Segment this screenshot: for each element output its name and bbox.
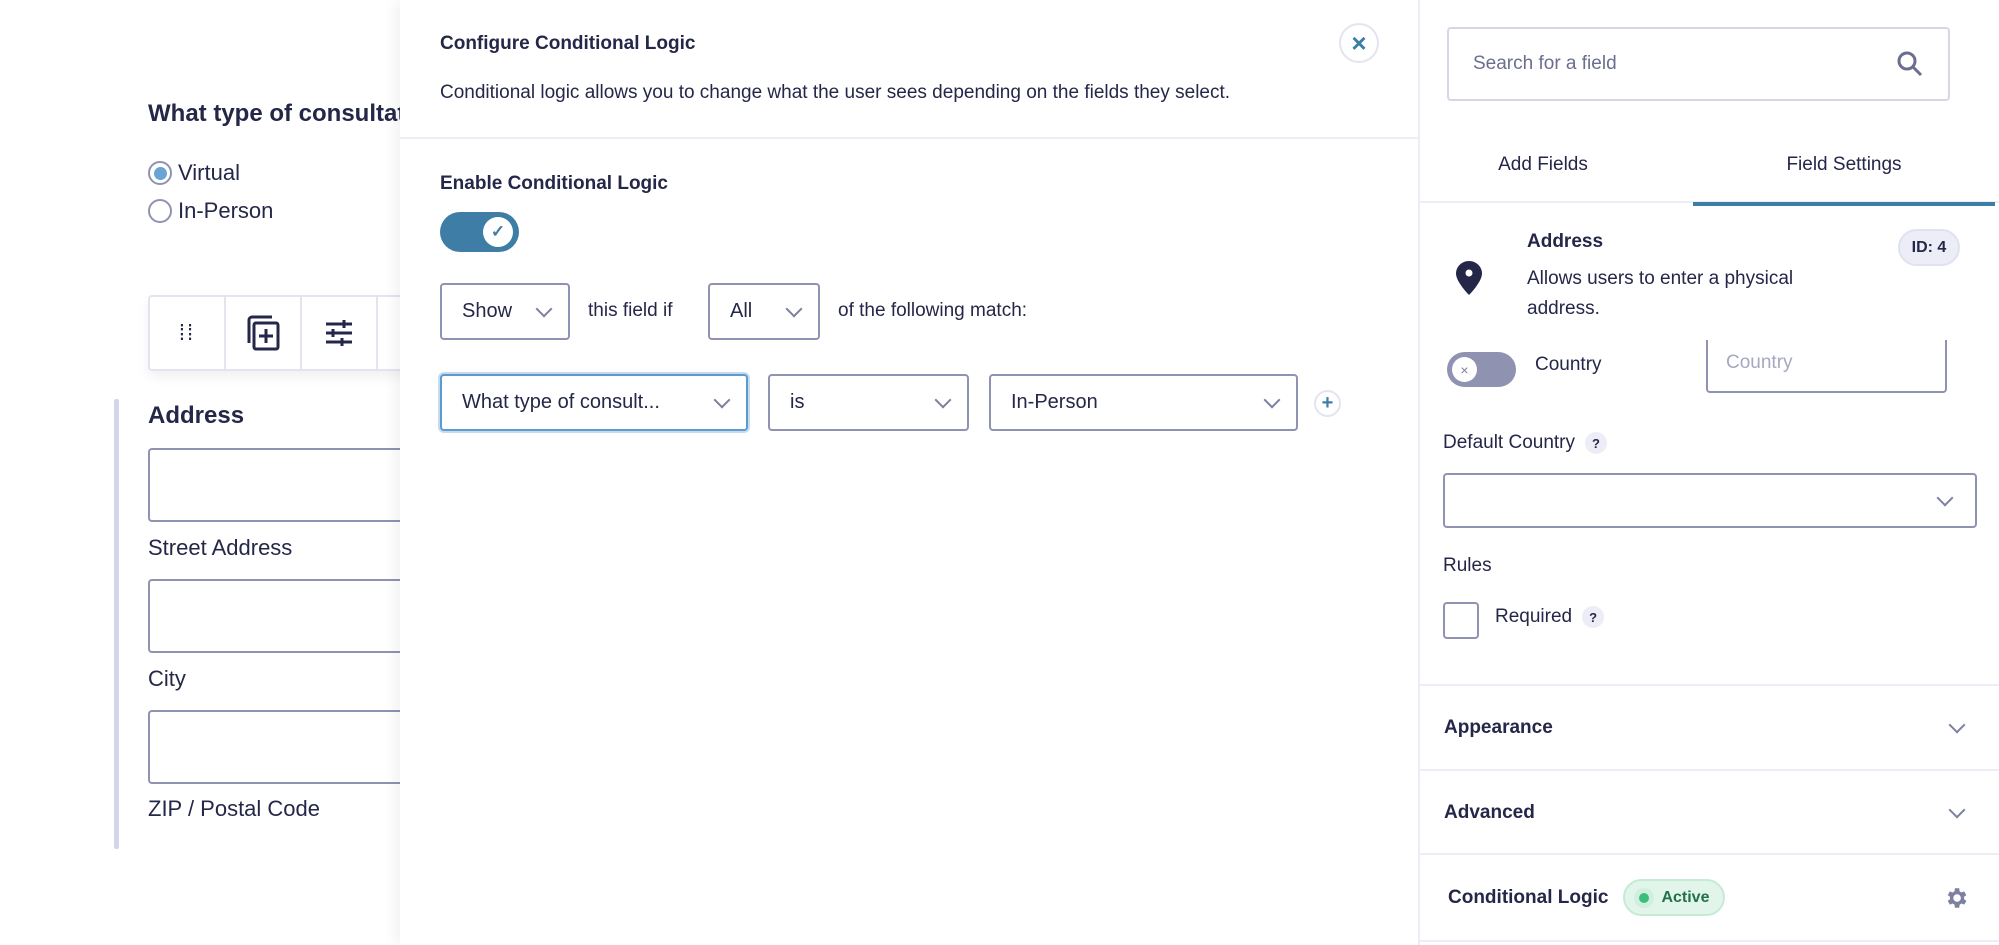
field-description-line2: address. (1527, 298, 1600, 319)
country-label-input[interactable]: Country (1706, 340, 1947, 393)
section-conditional-logic[interactable]: Conditional Logic Active (1420, 855, 1999, 940)
action-select[interactable]: Show (440, 283, 570, 340)
chevron-down-icon (1263, 391, 1281, 408)
rules-label: Rules (1443, 555, 1492, 576)
country-toggle-label: Country (1535, 354, 1602, 375)
field-toolbar: ⁞⁞ (148, 295, 400, 371)
match-value: All (730, 300, 753, 322)
default-country-select[interactable] (1443, 473, 1977, 528)
field-description-line1: Allows users to enter a physical (1527, 268, 1794, 289)
street-address-label: Street Address (148, 535, 293, 560)
chevron-down-icon (1936, 489, 1954, 506)
city-input[interactable] (148, 579, 400, 653)
chevron-down-icon (1948, 716, 1966, 733)
radio-label: In-Person (178, 198, 274, 223)
map-pin-icon (1456, 261, 1482, 295)
field-selected-indicator (114, 399, 119, 849)
rule-operator-select[interactable]: is (768, 374, 969, 431)
drag-handle-icon[interactable]: ⁞⁞ (150, 297, 226, 369)
default-country-label: Default Country? (1443, 432, 1608, 454)
zip-label: ZIP / Postal Code (148, 796, 321, 821)
field-title: Address (1527, 231, 1604, 252)
search-icon (1897, 51, 1923, 77)
required-label: Required? (1495, 606, 1605, 628)
chevron-down-icon (1948, 801, 1966, 818)
chevron-down-icon (785, 300, 803, 317)
modal-title: Configure Conditional Logic (440, 33, 696, 54)
modal-divider (400, 137, 1420, 139)
active-tab-indicator (1693, 202, 1995, 206)
duplicate-icon[interactable] (226, 297, 302, 369)
help-icon[interactable]: ? (1585, 432, 1608, 454)
address-label: Address (148, 402, 245, 429)
city-label: City (148, 666, 186, 691)
section-title: Conditional Logic (1448, 886, 1609, 908)
radio-in-person[interactable]: In-Person (148, 198, 273, 224)
rule-operator-value: is (790, 391, 805, 413)
rule-value-select[interactable]: In-Person (989, 374, 1298, 431)
add-rule-button[interactable]: + (1314, 390, 1341, 417)
rule-field-value: What type of consult... (462, 391, 660, 413)
action-value: Show (462, 300, 513, 322)
rule-field-select[interactable]: What type of consult... (440, 374, 748, 431)
plus-icon: + (1321, 392, 1334, 414)
tab-field-settings[interactable]: Field Settings (1693, 154, 1995, 176)
toggle-x-icon: × (1452, 357, 1477, 382)
required-text: Required (1495, 606, 1573, 628)
match-select[interactable]: All (708, 283, 820, 340)
zip-input[interactable] (148, 710, 400, 784)
default-country-text: Default Country (1443, 432, 1576, 454)
required-checkbox[interactable] (1443, 602, 1479, 639)
section-appearance[interactable]: Appearance (1420, 686, 1999, 769)
chevron-down-icon (934, 391, 952, 408)
settings-sliders-icon[interactable] (302, 297, 378, 369)
radio-unchecked-icon (148, 199, 172, 223)
field-search-input[interactable]: Search for a field (1447, 27, 1950, 101)
search-placeholder: Search for a field (1473, 53, 1617, 74)
modal-description: Conditional logic allows you to change w… (440, 82, 1231, 103)
conditional-logic-modal: Configure Conditional Logic Conditional … (400, 0, 1420, 945)
question-label: What type of consultation? (148, 100, 400, 127)
following-match-text: of the following match: (838, 300, 1028, 321)
rule-value-value: In-Person (1011, 391, 1098, 413)
help-icon[interactable]: ? (1582, 606, 1605, 628)
toggle-check-icon: ✓ (483, 217, 513, 247)
country-toggle[interactable]: × (1447, 352, 1516, 387)
close-button[interactable]: × (1339, 23, 1379, 63)
radio-checked-icon (148, 161, 172, 185)
chevron-down-icon (713, 391, 731, 408)
status-dot-icon (1639, 892, 1650, 903)
status-text: Active (1661, 888, 1710, 906)
section-divider (1420, 940, 1999, 942)
field-id-badge: ID: 4 (1898, 229, 1960, 266)
form-canvas: What type of consultation? Virtual In-Pe… (0, 0, 400, 945)
enable-label: Enable Conditional Logic (440, 173, 668, 194)
chevron-down-icon (535, 300, 553, 317)
gear-icon[interactable] (1943, 885, 1969, 911)
status-badge: Active (1623, 879, 1726, 916)
radio-label: Virtual (178, 160, 240, 185)
field-if-text: this field if (588, 300, 673, 321)
street-address-input[interactable] (148, 448, 400, 522)
radio-virtual[interactable]: Virtual (148, 160, 240, 186)
section-title: Appearance (1444, 716, 1553, 738)
enable-toggle[interactable]: ✓ (440, 212, 519, 252)
tab-add-fields[interactable]: Add Fields (1420, 154, 1666, 176)
close-icon: × (1351, 27, 1367, 58)
country-placeholder: Country (1726, 352, 1793, 373)
field-sidebar: Search for a field Add Fields Field Sett… (1420, 0, 1999, 945)
section-title: Advanced (1444, 801, 1535, 823)
section-advanced[interactable]: Advanced (1420, 771, 1999, 854)
